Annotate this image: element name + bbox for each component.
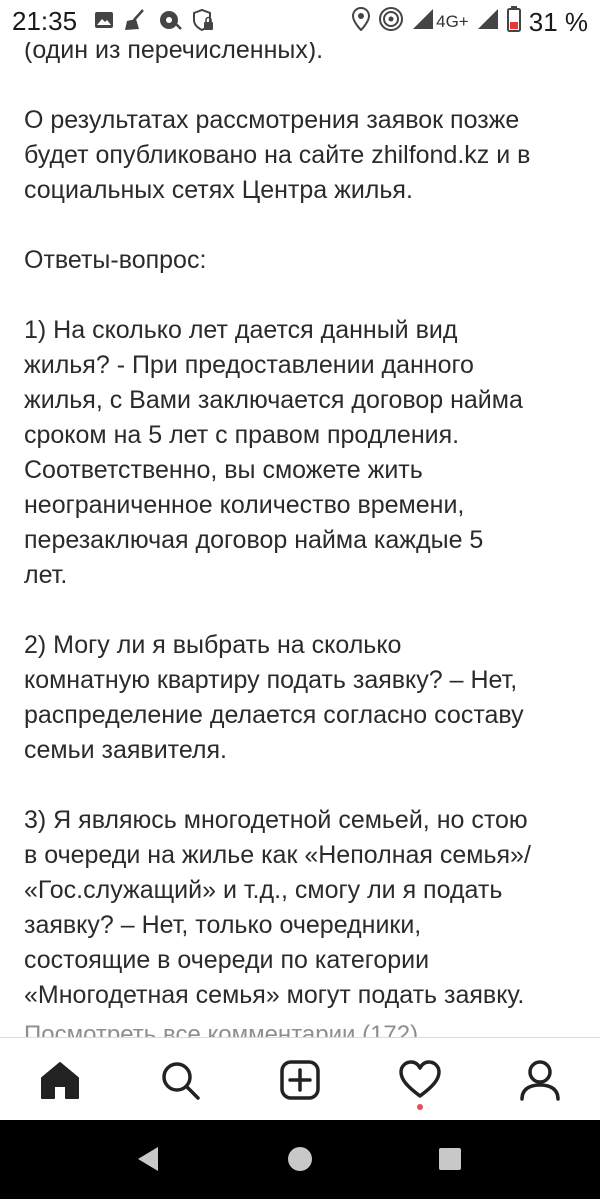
caption-line: неограниченное количество времени, [24, 491, 465, 519]
status-bar: 21:35 4G+ 31 % [0, 0, 600, 42]
notification-icons [94, 8, 215, 37]
status-indicators: 4G+ 31 % [352, 6, 588, 37]
battery-level: 31 % [528, 6, 588, 37]
home-circle-icon [282, 1147, 318, 1181]
system-home-button[interactable] [282, 1141, 318, 1177]
home-icon [38, 1058, 82, 1102]
caption-line: Соответственно, вы сможете жить [24, 456, 423, 484]
caption-line: социальных сетях Центра жилья. [24, 176, 413, 204]
view-all-comments-link[interactable]: Посмотреть все комментарии (172) [24, 1019, 418, 1037]
bottom-navigation [0, 1037, 600, 1120]
caption-line: 3) Я являюсь многодетной семьей, но стою [24, 806, 528, 834]
network-type: 4G+ [436, 11, 469, 31]
caption-line: сроком на 5 лет с правом продления. [24, 421, 460, 449]
system-recents-button[interactable] [432, 1141, 468, 1177]
back-triangle-icon [130, 1147, 166, 1181]
caption-line: в очереди на жилье как «Неполная семья»/ [24, 841, 531, 869]
caption-line: лет. [24, 561, 68, 589]
disc-icon [158, 9, 182, 36]
signal-icon [477, 8, 499, 35]
location-icon [352, 6, 371, 36]
caption-line: перезаключая договор найма каждые 5 [24, 526, 484, 554]
image-icon [94, 10, 114, 35]
nav-activity-button[interactable] [398, 1058, 442, 1102]
shield-lock-icon [191, 8, 215, 37]
nav-home-button[interactable] [38, 1058, 82, 1102]
caption-line: «Гос.служащий» и т.д., смогу ли я подать [24, 876, 503, 904]
caption-line: распределение делается согласно составу [24, 701, 524, 729]
caption-line: состоящие в очереди по категории [24, 946, 430, 974]
caption-line: Ответы-вопрос: [24, 246, 207, 274]
profile-icon [518, 1058, 562, 1102]
caption-line: 1) На сколько лет дается данный вид [24, 316, 458, 344]
caption-line: будет опубликовано на сайте zhilfond.kz … [24, 141, 531, 169]
caption-line: «Многодетная семья» могут подать заявку. [24, 981, 525, 1009]
caption-line: жилья? - При предоставлении данного [24, 351, 474, 379]
recents-square-icon [432, 1148, 468, 1181]
nav-new-post-button[interactable] [278, 1058, 322, 1102]
caption-line: комнатную квартиру подать заявку? – Нет, [24, 666, 518, 694]
post-caption: (один из перечисленных). О результатах ра… [24, 0, 584, 1035]
caption-text: (один из перечисленных). О результатах ра… [24, 33, 531, 1013]
hotspot-icon [378, 6, 404, 37]
system-back-button[interactable] [130, 1141, 166, 1177]
nav-search-button[interactable] [158, 1058, 202, 1102]
caption-line: семьи заявителя. [24, 736, 227, 764]
nav-profile-button[interactable] [518, 1058, 562, 1102]
signal-icon [412, 8, 434, 35]
battery-icon [506, 6, 521, 37]
view-all-comments-label: Посмотреть все комментарии (172) [24, 1021, 419, 1037]
system-navigation-bar [0, 1119, 600, 1199]
caption-line: О результатах рассмотрения заявок позже [24, 106, 520, 134]
heart-icon [398, 1058, 442, 1102]
activity-notification-dot [417, 1104, 423, 1110]
add-post-icon [278, 1058, 322, 1102]
broom-icon [123, 9, 149, 36]
caption-line: жилья, с Вами заключается договор найма [24, 386, 523, 414]
search-icon [158, 1058, 202, 1102]
caption-line: 2) Могу ли я выбрать на сколько [24, 631, 402, 659]
caption-line: заявку? – Нет, только очередники, [24, 911, 422, 939]
clock: 21:35 [12, 6, 78, 36]
